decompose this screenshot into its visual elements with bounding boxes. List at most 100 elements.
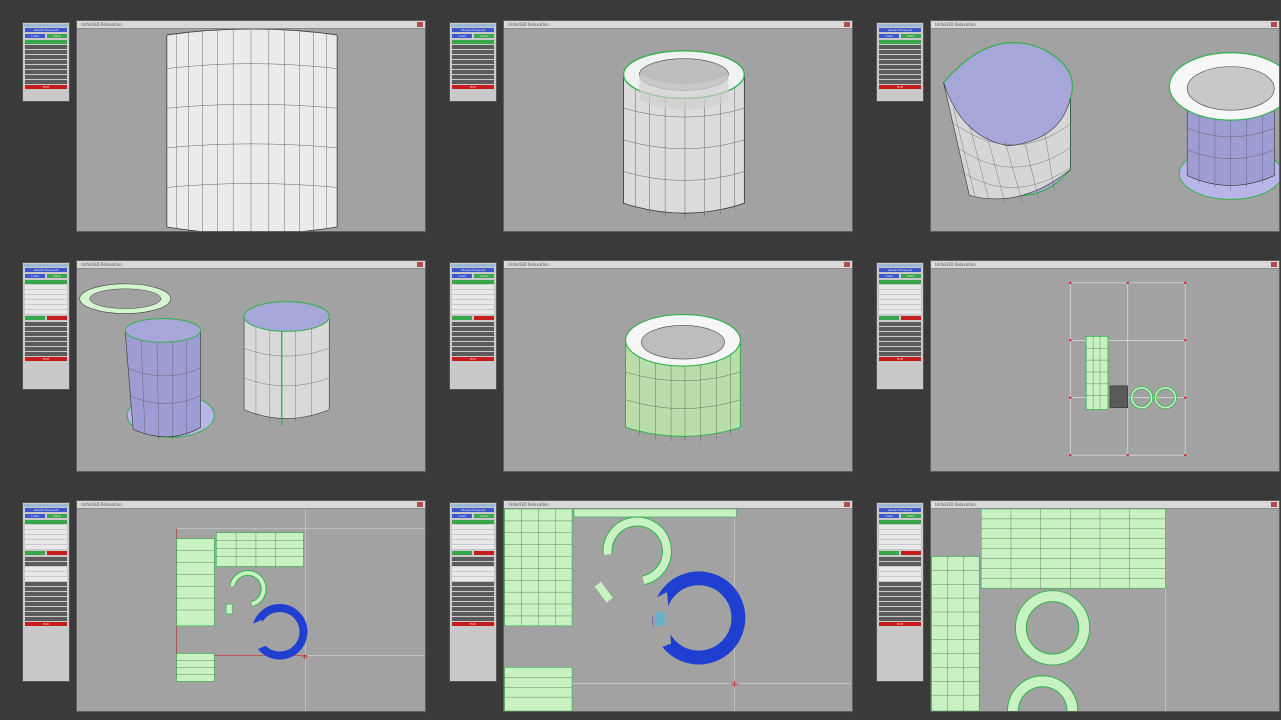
exit-button[interactable]: Exit: [25, 85, 67, 89]
tool-button[interactable]: [25, 562, 67, 566]
about-button[interactable]: About UVLayout: [879, 268, 921, 272]
flatten-button[interactable]: [47, 316, 67, 320]
tool-button[interactable]: [452, 602, 494, 606]
tool-button[interactable]: [25, 55, 67, 59]
tool-button[interactable]: [25, 75, 67, 79]
tool-button[interactable]: [879, 322, 921, 326]
viewport-window[interactable]: Unfold3D Relaxation: [930, 20, 1280, 232]
option-field[interactable]: [25, 525, 67, 529]
option-field[interactable]: [25, 540, 67, 544]
tool-button[interactable]: [879, 352, 921, 356]
option-field[interactable]: [879, 310, 921, 314]
mode-buttons[interactable]: [25, 40, 67, 44]
option-field[interactable]: [452, 545, 494, 549]
viewport-window[interactable]: Unfold3D Relaxation: [76, 260, 426, 472]
flatten-button[interactable]: [474, 316, 494, 320]
option-field[interactable]: [452, 295, 494, 299]
viewport-canvas[interactable]: +: [504, 509, 852, 711]
option-field[interactable]: [452, 577, 494, 581]
tool-button[interactable]: [25, 60, 67, 64]
tool-button[interactable]: [25, 80, 67, 84]
mode-buttons[interactable]: [452, 280, 494, 284]
viewport-window[interactable]: Unfold3D Relaxation: [76, 20, 426, 232]
option-field[interactable]: [25, 535, 67, 539]
viewport-canvas[interactable]: [77, 269, 425, 471]
mode-buttons[interactable]: [879, 520, 921, 524]
tool-button[interactable]: [879, 607, 921, 611]
split-button[interactable]: [452, 551, 472, 555]
tool-button[interactable]: [452, 327, 494, 331]
option-field[interactable]: [25, 310, 67, 314]
tool-button[interactable]: [25, 607, 67, 611]
option-field[interactable]: [452, 540, 494, 544]
viewport-canvas[interactable]: [77, 29, 425, 231]
viewport-window[interactable]: Unfold3D Relaxation: [503, 20, 853, 232]
tool-button[interactable]: [25, 587, 67, 591]
tool-button[interactable]: [452, 70, 494, 74]
tool-button[interactable]: [452, 347, 494, 351]
option-field[interactable]: [25, 567, 67, 571]
tool-button[interactable]: [879, 50, 921, 54]
window-titlebar[interactable]: Unfold3D Relaxation: [931, 21, 1279, 29]
split-button[interactable]: [25, 551, 45, 555]
tool-button[interactable]: [452, 562, 494, 566]
option-field[interactable]: [25, 577, 67, 581]
tool-button[interactable]: [452, 557, 494, 561]
option-field[interactable]: [879, 305, 921, 309]
option-field[interactable]: [452, 535, 494, 539]
mode-buttons[interactable]: [25, 280, 67, 284]
tool-button[interactable]: [452, 60, 494, 64]
tool-button[interactable]: [452, 617, 494, 621]
option-field[interactable]: [25, 295, 67, 299]
window-titlebar[interactable]: Unfold3D Relaxation: [504, 21, 852, 29]
option-field[interactable]: [452, 567, 494, 571]
load-button[interactable]: Load: [879, 274, 899, 278]
tool-button[interactable]: [452, 607, 494, 611]
tool-button[interactable]: [879, 55, 921, 59]
tool-button[interactable]: [452, 342, 494, 346]
option-field[interactable]: [25, 530, 67, 534]
close-icon[interactable]: [417, 502, 423, 507]
window-titlebar[interactable]: Unfold3D Relaxation: [931, 501, 1279, 509]
option-field[interactable]: [25, 285, 67, 289]
option-field[interactable]: [879, 525, 921, 529]
exit-button[interactable]: Exit: [452, 85, 494, 89]
close-icon[interactable]: [417, 262, 423, 267]
option-field[interactable]: [452, 300, 494, 304]
load-button[interactable]: Load: [25, 514, 45, 518]
tool-button[interactable]: [452, 75, 494, 79]
exit-button[interactable]: Exit: [879, 357, 921, 361]
tool-button[interactable]: [879, 332, 921, 336]
viewport-window[interactable]: Unfold3D Relaxation: [930, 500, 1280, 712]
flatten-button[interactable]: [47, 551, 67, 555]
tool-button[interactable]: [879, 75, 921, 79]
exit-button[interactable]: Exit: [25, 357, 67, 361]
split-button[interactable]: [879, 551, 899, 555]
tool-button[interactable]: [452, 587, 494, 591]
viewport-canvas[interactable]: [931, 269, 1279, 471]
tool-button[interactable]: [25, 597, 67, 601]
save-button[interactable]: Save: [901, 514, 921, 518]
viewport-canvas[interactable]: [931, 29, 1279, 231]
about-button[interactable]: About UVLayout: [452, 268, 494, 272]
tool-button[interactable]: [452, 50, 494, 54]
tool-button[interactable]: [452, 55, 494, 59]
option-field[interactable]: [25, 305, 67, 309]
tool-button[interactable]: [879, 337, 921, 341]
viewport-window[interactable]: Unfold3D Relaxation +: [503, 500, 853, 712]
load-button[interactable]: Load: [452, 514, 472, 518]
tool-button[interactable]: [25, 582, 67, 586]
tool-button[interactable]: [25, 322, 67, 326]
window-titlebar[interactable]: Unfold3D Relaxation: [77, 501, 425, 509]
tool-button[interactable]: [25, 45, 67, 49]
tool-button[interactable]: [879, 617, 921, 621]
save-button[interactable]: Save: [47, 274, 67, 278]
flatten-button[interactable]: [901, 551, 921, 555]
option-field[interactable]: [452, 525, 494, 529]
tool-button[interactable]: [452, 45, 494, 49]
option-field[interactable]: [879, 577, 921, 581]
save-button[interactable]: Save: [474, 34, 494, 38]
flatten-button[interactable]: [474, 551, 494, 555]
option-field[interactable]: [452, 530, 494, 534]
option-field[interactable]: [879, 300, 921, 304]
